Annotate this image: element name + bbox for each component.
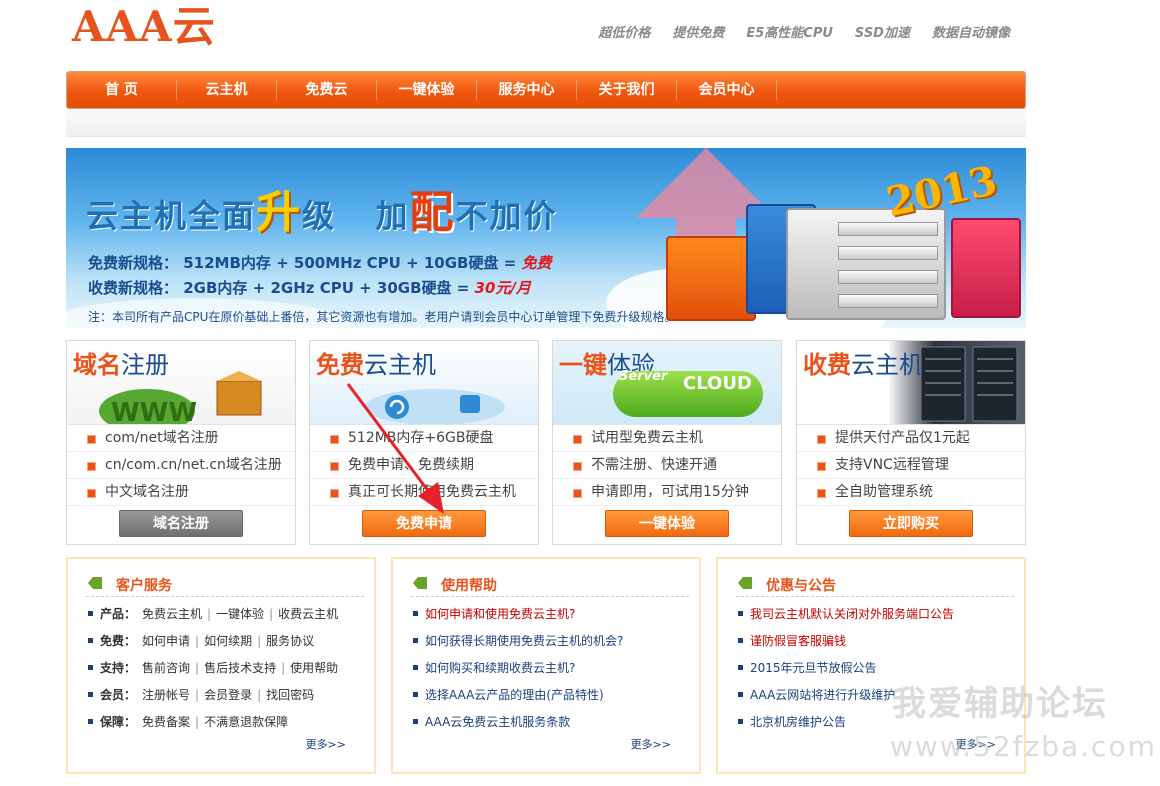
gift-box-graphic: [951, 218, 1021, 318]
link[interactable]: 收费云主机: [278, 607, 338, 621]
nav-about-us[interactable]: 关于我们: [577, 80, 677, 100]
nav-home[interactable]: 首 页: [67, 80, 177, 100]
slogan: 超低价格: [598, 26, 651, 41]
help-link[interactable]: 如何购买和续期收费云主机?: [411, 657, 691, 684]
link[interactable]: 如何申请: [142, 634, 190, 648]
product-paid-cloud: 收费云主机 提供天付产品仅1元起 支持VNC远程管理 全自助管理系统 立即购买: [796, 340, 1026, 545]
page: AAA云 超低价格 提供免费 E5高性能CPU SSD加速 数据自动镜像 首 页…: [0, 0, 1160, 786]
logo-text: AAA云: [72, 2, 216, 51]
banner-note: 注：本司所有产品CPU在原价基础上番倍，其它资源也有增加。老用户请到会员中心订单…: [88, 310, 677, 324]
header-slogans: 超低价格 提供免费 E5高性能CPU SSD加速 数据自动镜像: [598, 22, 1010, 41]
one-click-trial-button[interactable]: 一键体验: [605, 510, 729, 537]
help-box: 使用帮助 如何申请和使用免费云主机? 如何获得长期使用免费云主机的机会? 如何购…: [391, 557, 701, 774]
product-title: 收费云主机: [803, 351, 923, 379]
list-item[interactable]: 免费申请、免费续期: [310, 452, 538, 479]
product-free-cloud: 免费云主机 512MB内存+6GB硬盘 免费申请、免费续期 真正可长期使用免费云…: [309, 340, 539, 545]
info-title: 优惠与公告: [766, 578, 836, 594]
link[interactable]: 售后技术支持: [204, 661, 276, 675]
info-header: 客户服务: [86, 575, 364, 597]
info-title: 客户服务: [116, 578, 172, 594]
list-item[interactable]: 真正可长期使用免费云主机: [310, 479, 538, 506]
list-item: 产品： 免费云主机 | 一键体验 | 收费云主机: [86, 603, 366, 630]
cloud-label: CLOUD: [683, 373, 752, 394]
list-item[interactable]: cn/com.cn/net.cn域名注册: [67, 452, 295, 479]
list-item[interactable]: com/net域名注册: [67, 425, 295, 452]
slogan: SSD加速: [854, 26, 910, 41]
more-link[interactable]: 更多>>: [306, 736, 346, 752]
banner-headline: 云主机全面升级 加配不加价: [86, 187, 558, 238]
list-item[interactable]: 中文域名注册: [67, 479, 295, 506]
help-link[interactable]: 选择AAA云产品的理由(产品特性): [411, 684, 691, 711]
product-free-image: 免费云主机: [310, 341, 538, 425]
link[interactable]: 找回密码: [266, 688, 314, 702]
buy-now-button[interactable]: 立即购买: [849, 510, 973, 537]
banner-paid-spec: 收费新规格： 2GB内存 + 2GHz CPU + 30GB硬盘 = 30元/月: [88, 279, 531, 297]
server-label: Server: [619, 369, 668, 384]
globe-www-icon: WWW: [99, 371, 262, 425]
banner-free-spec: 免费新规格： 512MB内存 + 500MHz CPU + 10GB硬盘 = 免…: [88, 254, 552, 272]
list-item[interactable]: 试用型免费云主机: [553, 425, 781, 452]
slogan: 数据自动镜像: [931, 26, 1010, 41]
promo-banner[interactable]: 2013 云主机全面升级 加配不加价 免费新规格： 512MB内存 + 500M…: [66, 148, 1026, 328]
product-domain: 域名注册 WWW com/net域名注册 cn/com.cn/net.cn域名注…: [66, 340, 296, 545]
link[interactable]: 售前咨询: [142, 661, 190, 675]
link[interactable]: 如何续期: [204, 634, 252, 648]
link[interactable]: 一键体验: [216, 607, 264, 621]
link[interactable]: 不满意退款保障: [204, 715, 288, 729]
svg-text:WWW: WWW: [111, 398, 197, 425]
tag-icon: [738, 577, 752, 589]
list-item[interactable]: 512MB内存+6GB硬盘: [310, 425, 538, 452]
product-trial-image: 一键体验 CLOUD Server: [553, 341, 781, 425]
notice-link[interactable]: 谨防假冒客服骗钱: [736, 630, 1016, 657]
free-apply-button[interactable]: 免费申请: [362, 510, 486, 537]
link[interactable]: 注册帐号: [142, 688, 190, 702]
customer-service-box: 客户服务 产品： 免费云主机 | 一键体验 | 收费云主机 免费： 如何申请 | 如何续期 | 服务…: [66, 557, 376, 774]
watermark-text: 我爱辅助论坛: [892, 684, 1108, 724]
product-paid-image: 收费云主机: [797, 341, 1025, 425]
link[interactable]: 会员登录: [204, 688, 252, 702]
link[interactable]: 使用帮助: [290, 661, 338, 675]
nav-free-cloud[interactable]: 免费云: [277, 80, 377, 100]
list-item: 支持： 售前咨询 | 售后技术支持 | 使用帮助: [86, 657, 366, 684]
help-link[interactable]: AAA云免费云主机服务条款: [411, 711, 691, 738]
list-item: 保障： 免费备案 | 不满意退款保障: [86, 711, 366, 738]
link[interactable]: 服务协议: [266, 634, 314, 648]
help-link[interactable]: 如何获得长期使用免费云主机的机会?: [411, 630, 691, 657]
nav-one-click-trial[interactable]: 一键体验: [377, 80, 477, 100]
site-logo[interactable]: AAA云: [72, 4, 216, 50]
server-rack-icon: [920, 346, 1018, 422]
sub-nav-bar: [66, 110, 1026, 137]
list-item: 会员： 注册帐号 | 会员登录 | 找回密码: [86, 684, 366, 711]
list-item[interactable]: 提供天付产品仅1元起: [797, 425, 1025, 452]
list-item: 免费： 如何申请 | 如何续期 | 服务协议: [86, 630, 366, 657]
notice-link[interactable]: 我司云主机默认关闭对外服务端口公告: [736, 603, 1016, 630]
server-graphic: [786, 208, 946, 320]
list-item[interactable]: 不需注册、快速开通: [553, 452, 781, 479]
gift-box-graphic: [666, 236, 756, 321]
cloud-sync-icon: [365, 389, 505, 424]
tag-icon: [413, 577, 427, 589]
info-title: 使用帮助: [441, 578, 497, 594]
slogan: 提供免费: [672, 26, 725, 41]
help-link[interactable]: 如何申请和使用免费云主机?: [411, 603, 691, 630]
nav-member-center[interactable]: 会员中心: [677, 80, 777, 100]
domain-register-button[interactable]: 域名注册: [119, 510, 243, 537]
list-item[interactable]: 支持VNC远程管理: [797, 452, 1025, 479]
list-item[interactable]: 全自助管理系统: [797, 479, 1025, 506]
slogan: E5高性能CPU: [746, 26, 833, 41]
nav-cloud-host[interactable]: 云主机: [177, 80, 277, 100]
nav-service-center[interactable]: 服务中心: [477, 80, 577, 100]
info-header: 优惠与公告: [736, 575, 1014, 597]
product-domain-image: 域名注册 WWW: [67, 341, 295, 425]
more-link[interactable]: 更多>>: [631, 736, 671, 752]
main-nav: 首 页 云主机 免费云 一键体验 服务中心 关于我们 会员中心: [66, 71, 1026, 109]
link[interactable]: 免费云主机: [142, 607, 202, 621]
link[interactable]: 免费备案: [142, 715, 190, 729]
list-item[interactable]: 申请即用，可试用15分钟: [553, 479, 781, 506]
watermark-url: www.52fzba.com: [890, 730, 1157, 763]
info-header: 使用帮助: [411, 575, 689, 597]
tag-icon: [88, 577, 102, 589]
product-one-click: 一键体验 CLOUD Server 试用型免费云主机 不需注册、快速开通 申请即…: [552, 340, 782, 545]
